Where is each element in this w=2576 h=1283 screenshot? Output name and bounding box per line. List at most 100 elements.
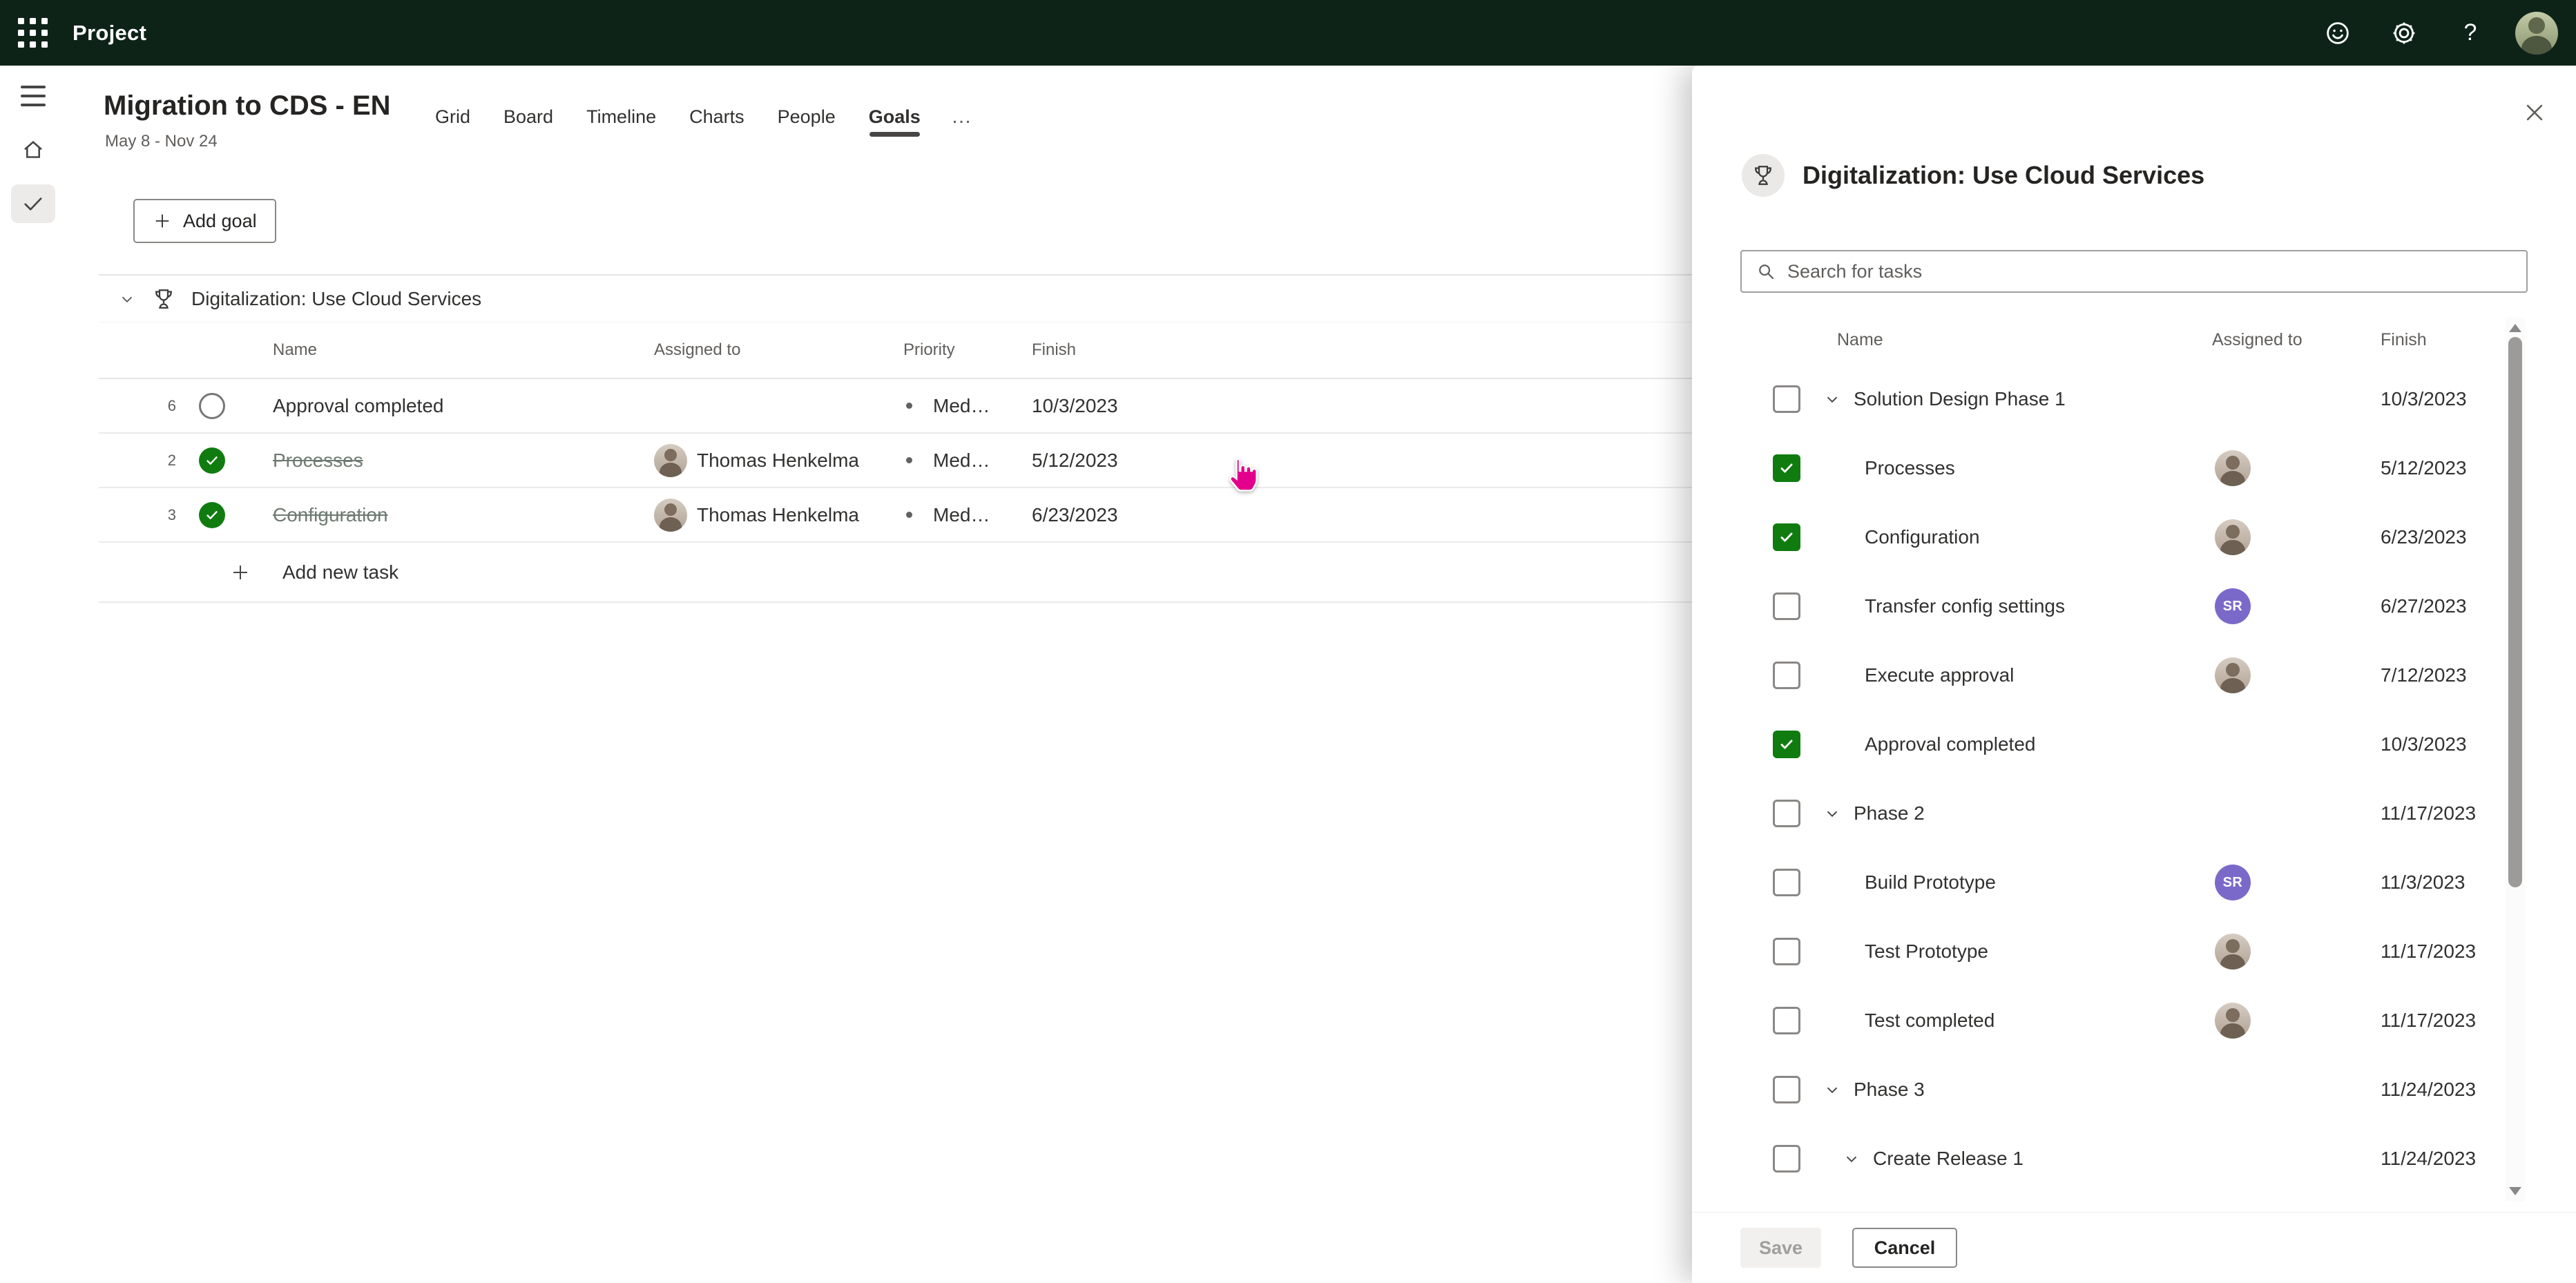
table-row[interactable]: 3 Configuration Thomas Henkelma Med… 6/2… bbox=[99, 488, 1699, 543]
panel-task-row[interactable]: Execute approval 7/12/2023 bbox=[1692, 641, 2506, 710]
tab-people[interactable]: People bbox=[778, 97, 836, 137]
task-checkbox[interactable] bbox=[1773, 662, 1800, 689]
add-goal-button[interactable]: Add goal bbox=[133, 199, 276, 243]
row-number: 3 bbox=[99, 506, 189, 524]
finish-date: 11/17/2023 bbox=[2309, 940, 2476, 963]
task-checkbox[interactable] bbox=[1773, 454, 1800, 482]
hamburger-menu-button[interactable] bbox=[11, 77, 55, 115]
assignee-cell: SR bbox=[2181, 588, 2309, 624]
task-checkbox[interactable] bbox=[1773, 592, 1800, 620]
tab-board[interactable]: Board bbox=[503, 97, 553, 137]
panel-task-row[interactable]: Solution Design Phase 1 10/3/2023 bbox=[1692, 365, 2506, 434]
panel-task-row[interactable]: Configuration 6/23/2023 bbox=[1692, 503, 2506, 572]
panel-task-row[interactable]: Create Release 1 11/24/2023 bbox=[1692, 1124, 2506, 1193]
nav-home-button[interactable] bbox=[11, 131, 55, 169]
task-complete-icon[interactable] bbox=[199, 447, 225, 474]
task-name: Transfer config settings bbox=[1865, 595, 2065, 617]
table-row[interactable]: 2 Processes Thomas Henkelma Med… 5/12/20… bbox=[99, 434, 1699, 488]
app-window: Project ? Migration to C bbox=[0, 0, 2576, 1283]
priority-cell[interactable]: Med… bbox=[903, 450, 1032, 472]
panel-task-row[interactable]: Build Prototype SR 11/3/2023 bbox=[1692, 848, 2506, 917]
assignee-avatar bbox=[2215, 657, 2251, 693]
waffle-icon bbox=[18, 18, 48, 48]
tab-timeline[interactable]: Timeline bbox=[586, 97, 656, 137]
goal-table-header: Name Assigned to Priority Finish bbox=[99, 322, 1699, 379]
panel-task-row[interactable]: Test Prototype 11/17/2023 bbox=[1692, 917, 2506, 986]
table-row[interactable]: 6 Approval completed Med… 10/3/2023 bbox=[99, 379, 1699, 434]
nav-goals-button[interactable] bbox=[11, 184, 55, 223]
column-header-name[interactable]: Name bbox=[244, 340, 654, 360]
priority-dot-icon bbox=[906, 403, 912, 409]
task-checkbox[interactable] bbox=[1773, 1007, 1800, 1034]
save-button[interactable]: Save bbox=[1740, 1228, 1821, 1268]
search-input[interactable] bbox=[1787, 261, 2512, 282]
priority-label: Med… bbox=[933, 504, 990, 526]
task-checkbox[interactable] bbox=[1773, 731, 1800, 758]
task-checkbox[interactable] bbox=[1773, 1145, 1800, 1173]
task-search-box[interactable] bbox=[1740, 250, 2528, 293]
panel-close-button[interactable] bbox=[2515, 93, 2554, 132]
panel-task-row[interactable]: Processes 5/12/2023 bbox=[1692, 434, 2506, 503]
task-name[interactable]: Approval completed bbox=[273, 395, 443, 416]
task-checkbox[interactable] bbox=[1773, 800, 1800, 827]
panel-task-row[interactable]: Transfer config settings SR 6/27/2023 bbox=[1692, 572, 2506, 641]
goal-group-header[interactable]: Digitalization: Use Cloud Services bbox=[99, 274, 1699, 322]
finish-date: 11/24/2023 bbox=[2309, 1148, 2476, 1170]
priority-cell[interactable]: Med… bbox=[903, 395, 1032, 417]
scrollbar-thumb[interactable] bbox=[2508, 337, 2522, 887]
finish-date[interactable]: 5/12/2023 bbox=[1032, 450, 1699, 472]
task-complete-icon[interactable] bbox=[199, 393, 225, 419]
tab-grid[interactable]: Grid bbox=[435, 97, 470, 137]
column-header-assigned-to[interactable]: Assigned to bbox=[654, 340, 903, 360]
assignee-cell bbox=[2181, 450, 2309, 486]
priority-label: Med… bbox=[933, 450, 990, 472]
expand-chevron-icon[interactable] bbox=[1822, 1079, 1843, 1100]
finish-date[interactable]: 10/3/2023 bbox=[1032, 395, 1699, 417]
cancel-button[interactable]: Cancel bbox=[1852, 1228, 1957, 1268]
add-new-task-button[interactable]: Add new task bbox=[99, 543, 1699, 603]
task-checkbox[interactable] bbox=[1773, 1076, 1800, 1103]
app-launcher-button[interactable] bbox=[0, 0, 66, 66]
tab-charts[interactable]: Charts bbox=[689, 97, 744, 137]
task-checkbox[interactable] bbox=[1773, 938, 1800, 965]
column-header-name: Name bbox=[1822, 330, 2181, 350]
settings-gear-button[interactable] bbox=[2383, 12, 2425, 55]
task-checkbox[interactable] bbox=[1773, 869, 1800, 896]
task-name[interactable]: Configuration bbox=[273, 504, 388, 525]
user-avatar[interactable] bbox=[2515, 12, 2558, 55]
task-complete-icon[interactable] bbox=[199, 502, 225, 528]
task-checkbox[interactable] bbox=[1773, 523, 1800, 551]
finish-date[interactable]: 6/23/2023 bbox=[1032, 504, 1699, 526]
assignee-avatar bbox=[2215, 450, 2251, 486]
panel-task-row[interactable]: Approval completed 10/3/2023 bbox=[1692, 710, 2506, 779]
panel-task-row[interactable]: Phase 2 11/17/2023 bbox=[1692, 779, 2506, 848]
assignee-avatar bbox=[654, 499, 687, 532]
row-number: 6 bbox=[99, 397, 189, 415]
panel-task-row[interactable]: Test completed 11/17/2023 bbox=[1692, 986, 2506, 1055]
more-tabs-button[interactable]: … bbox=[944, 97, 981, 137]
goal-detail-panel: Digitalization: Use Cloud Services Name … bbox=[1692, 66, 2576, 1283]
priority-cell[interactable]: Med… bbox=[903, 504, 1032, 526]
help-button[interactable]: ? bbox=[2449, 12, 2492, 55]
expand-chevron-icon[interactable] bbox=[1841, 1148, 1862, 1169]
task-name[interactable]: Processes bbox=[273, 450, 363, 471]
column-header-finish[interactable]: Finish bbox=[1032, 340, 1699, 360]
column-header-priority[interactable]: Priority bbox=[903, 340, 1032, 360]
assignee-cell[interactable]: Thomas Henkelma bbox=[654, 499, 903, 532]
assignee-avatar-initials: SR bbox=[2215, 865, 2251, 900]
task-checkbox[interactable] bbox=[1773, 385, 1800, 413]
scroll-down-arrow[interactable] bbox=[2506, 1181, 2525, 1202]
help-icon: ? bbox=[2464, 19, 2477, 46]
priority-dot-icon bbox=[906, 457, 912, 463]
panel-header: Digitalization: Use Cloud Services bbox=[1742, 154, 2204, 197]
assignee-cell bbox=[2181, 934, 2309, 970]
expand-chevron-icon[interactable] bbox=[1822, 803, 1843, 824]
panel-scrollbar[interactable] bbox=[2506, 318, 2525, 1202]
assignee-cell[interactable]: Thomas Henkelma bbox=[654, 444, 903, 477]
scroll-up-arrow[interactable] bbox=[2506, 318, 2525, 338]
expand-chevron-icon[interactable] bbox=[1822, 389, 1843, 409]
panel-task-row[interactable]: Phase 3 11/24/2023 bbox=[1692, 1055, 2506, 1124]
feedback-smiley-button[interactable] bbox=[2316, 12, 2359, 55]
tab-goals[interactable]: Goals bbox=[869, 97, 921, 137]
collapse-chevron-icon[interactable] bbox=[118, 290, 136, 308]
